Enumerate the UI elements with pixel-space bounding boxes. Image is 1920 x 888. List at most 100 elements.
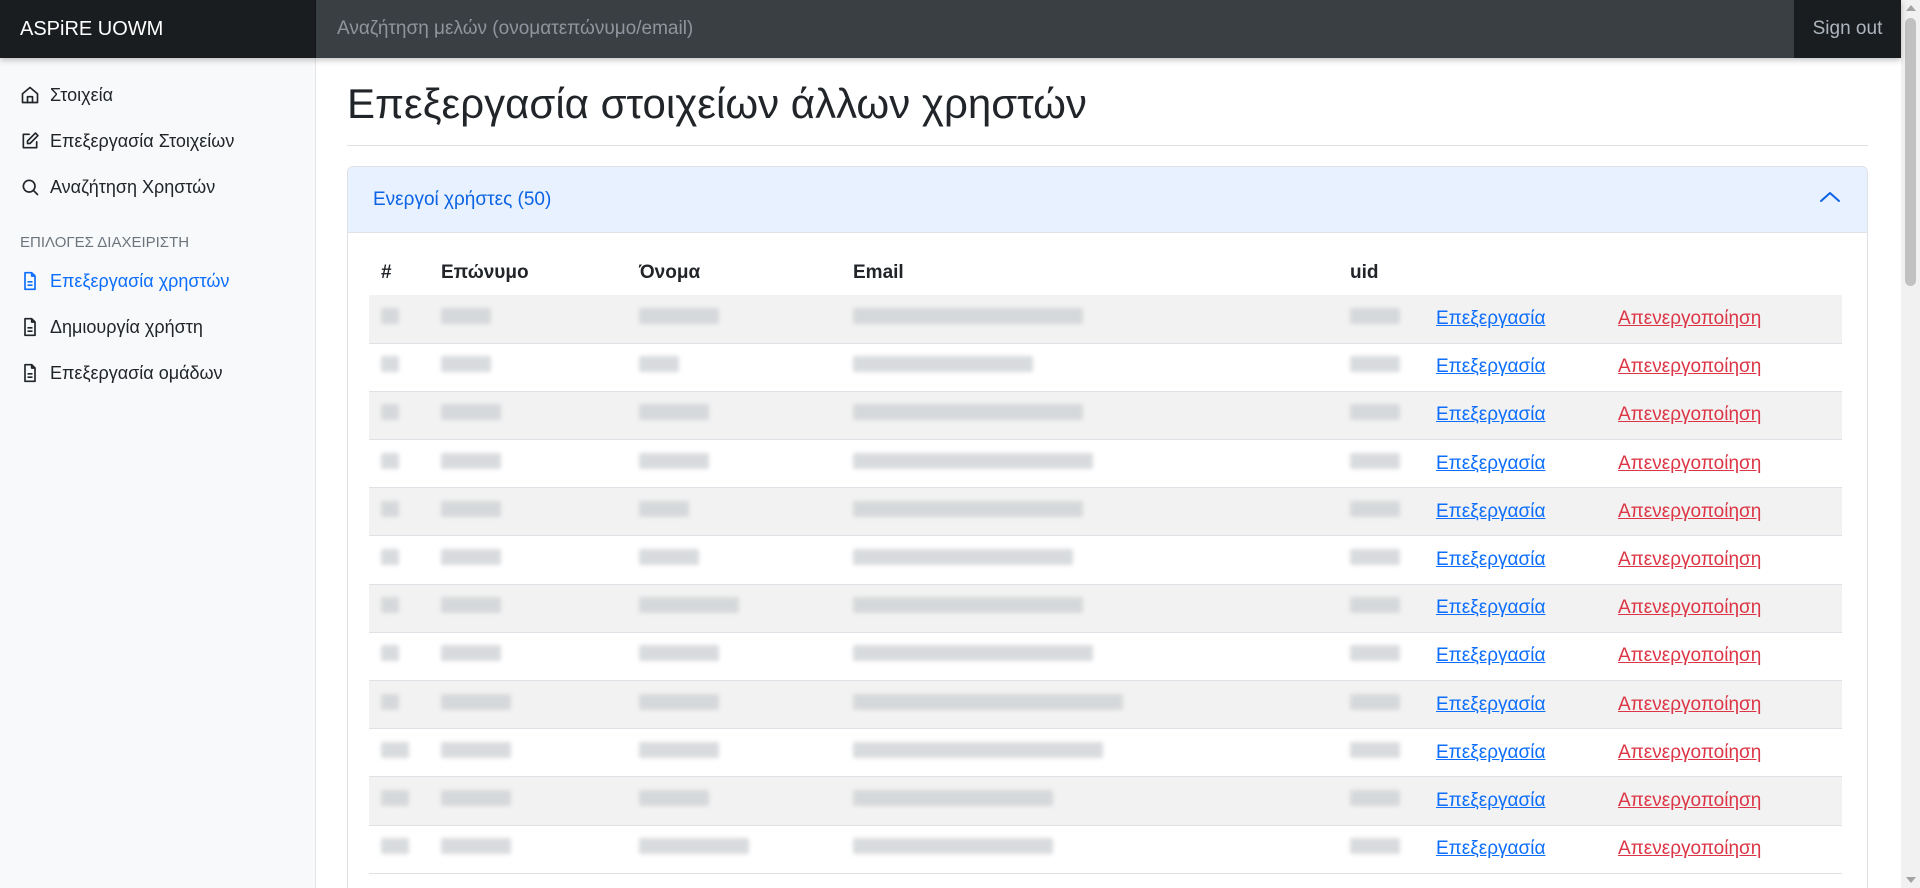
deactivate-user-link[interactable]: Απενεργοποίηση (1618, 308, 1761, 329)
table-cell-redacted (841, 295, 1338, 344)
table-cell-redacted (1338, 487, 1424, 537)
table-cell-deactivate: Απενεργοποίηση (1606, 487, 1842, 537)
deactivate-user-link[interactable]: Απενεργοποίηση (1618, 501, 1761, 522)
table-cell-redacted (627, 343, 841, 392)
table-row: Επεξεργασία Απενεργοποίηση (369, 680, 1842, 730)
table-cell-edit: Επεξεργασία (1424, 439, 1606, 489)
table-row: Επεξεργασία Απενεργοποίηση (369, 825, 1842, 874)
table-row: Επεξεργασία Απενεργοποίηση (369, 584, 1842, 633)
search-input[interactable] (316, 0, 1794, 58)
table-cell-redacted (627, 535, 841, 585)
sidebar-item-search-users[interactable]: Αναζήτηση Χρηστών (0, 164, 315, 210)
table-cell-redacted (429, 295, 627, 344)
users-table: # Επώνυμο Όνομα Email uid Επεξεργασία Απε… (369, 251, 1842, 874)
sign-out-button[interactable]: Sign out (1794, 0, 1901, 58)
table-cell-redacted (1338, 728, 1424, 778)
deactivate-user-link[interactable]: Απενεργοποίηση (1618, 597, 1761, 618)
edit-user-link[interactable]: Επεξεργασία (1436, 742, 1545, 763)
table-cell-redacted (627, 439, 841, 489)
table-row: Επεξεργασία Απενεργοποίηση (369, 391, 1842, 441)
home-icon (20, 85, 40, 105)
column-header-deactivate (1606, 251, 1842, 295)
table-cell-redacted (627, 487, 841, 537)
sidebar-item-details[interactable]: Στοιχεία (0, 72, 315, 118)
table-cell-redacted (841, 584, 1338, 633)
table-cell-redacted (841, 391, 1338, 441)
edit-user-link[interactable]: Επεξεργασία (1436, 549, 1545, 570)
scrollbar-thumb[interactable] (1905, 18, 1916, 286)
table-cell-redacted (627, 728, 841, 778)
table-cell-redacted (1338, 439, 1424, 489)
accordion-header[interactable]: Ενεργοί χρήστες (50) (348, 167, 1867, 233)
edit-user-link[interactable]: Επεξεργασία (1436, 308, 1545, 329)
table-cell-redacted (369, 825, 429, 874)
brand-logo[interactable]: ASPiRE UOWM (0, 0, 316, 58)
table-cell-edit: Επεξεργασία (1424, 295, 1606, 344)
table-cell-redacted (627, 295, 841, 344)
sidebar-item-edit-details[interactable]: Επεξεργασία Στοιχείων (0, 118, 315, 164)
table-cell-redacted (841, 632, 1338, 682)
table-cell-redacted (429, 680, 627, 730)
table-cell-redacted (429, 728, 627, 778)
edit-user-link[interactable]: Επεξεργασία (1436, 790, 1545, 811)
file-icon (20, 363, 40, 383)
table-row: Επεξεργασία Απενεργοποίηση (369, 487, 1842, 537)
table-cell-edit: Επεξεργασία (1424, 680, 1606, 730)
edit-user-link[interactable]: Επεξεργασία (1436, 501, 1545, 522)
file-icon (20, 271, 40, 291)
table-cell-redacted (1338, 632, 1424, 682)
edit-user-link[interactable]: Επεξεργασία (1436, 645, 1545, 666)
sidebar-item-edit-groups[interactable]: Επεξεργασία ομάδων (0, 350, 315, 396)
table-cell-redacted (841, 535, 1338, 585)
table-row: Επεξεργασία Απενεργοποίηση (369, 535, 1842, 585)
table-cell-deactivate: Απενεργοποίηση (1606, 632, 1842, 682)
deactivate-user-link[interactable]: Απενεργοποίηση (1618, 356, 1761, 377)
table-cell-redacted (429, 825, 627, 874)
edit-user-link[interactable]: Επεξεργασία (1436, 838, 1545, 859)
table-cell-redacted (841, 728, 1338, 778)
table-cell-redacted (1338, 343, 1424, 392)
table-row: Επεξεργασία Απενεργοποίηση (369, 728, 1842, 778)
table-cell-redacted (841, 776, 1338, 826)
table-cell-redacted (841, 487, 1338, 537)
table-cell-edit: Επεξεργασία (1424, 632, 1606, 682)
search-icon (20, 177, 40, 197)
column-header-email: Email (853, 262, 904, 283)
table-cell-redacted (627, 680, 841, 730)
column-header-name: Όνομα (639, 262, 701, 283)
deactivate-user-link[interactable]: Απενεργοποίηση (1618, 838, 1761, 859)
deactivate-user-link[interactable]: Απενεργοποίηση (1618, 742, 1761, 763)
table-cell-deactivate: Απενεργοποίηση (1606, 295, 1842, 344)
edit-user-link[interactable]: Επεξεργασία (1436, 356, 1545, 377)
scroll-up-arrow-icon[interactable] (1906, 5, 1916, 11)
sidebar-item-create-user[interactable]: Δημιουργία χρήστη (0, 304, 315, 350)
deactivate-user-link[interactable]: Απενεργοποίηση (1618, 790, 1761, 811)
file-icon (20, 317, 40, 337)
chevron-up-icon[interactable] (1818, 185, 1842, 215)
deactivate-user-link[interactable]: Απενεργοποίηση (1618, 549, 1761, 570)
table-cell-edit: Επεξεργασία (1424, 584, 1606, 633)
edit-user-link[interactable]: Επεξεργασία (1436, 404, 1545, 425)
table-cell-redacted (429, 343, 627, 392)
table-cell-redacted (429, 632, 627, 682)
edit-user-link[interactable]: Επεξεργασία (1436, 453, 1545, 474)
table-cell-redacted (841, 680, 1338, 730)
deactivate-user-link[interactable]: Απενεργοποίηση (1618, 404, 1761, 425)
table-cell-deactivate: Απενεργοποίηση (1606, 439, 1842, 489)
table-cell-redacted (369, 680, 429, 730)
page-title: Επεξεργασία στοιχείων άλλων χρηστών (347, 80, 1087, 127)
sidebar-item-edit-users[interactable]: Επεξεργασία χρηστών (0, 258, 315, 304)
vertical-scrollbar[interactable] (1901, 0, 1920, 888)
deactivate-user-link[interactable]: Απενεργοποίηση (1618, 453, 1761, 474)
table-cell-redacted (1338, 680, 1424, 730)
table-cell-deactivate: Απενεργοποίηση (1606, 343, 1842, 392)
table-cell-edit: Επεξεργασία (1424, 487, 1606, 537)
table-cell-redacted (429, 439, 627, 489)
scroll-down-arrow-icon[interactable] (1906, 877, 1916, 883)
edit-user-link[interactable]: Επεξεργασία (1436, 694, 1545, 715)
deactivate-user-link[interactable]: Απενεργοποίηση (1618, 645, 1761, 666)
sidebar-item-label: Επεξεργασία ομάδων (50, 362, 223, 383)
edit-user-link[interactable]: Επεξεργασία (1436, 597, 1545, 618)
deactivate-user-link[interactable]: Απενεργοποίηση (1618, 694, 1761, 715)
table-cell-redacted (369, 632, 429, 682)
